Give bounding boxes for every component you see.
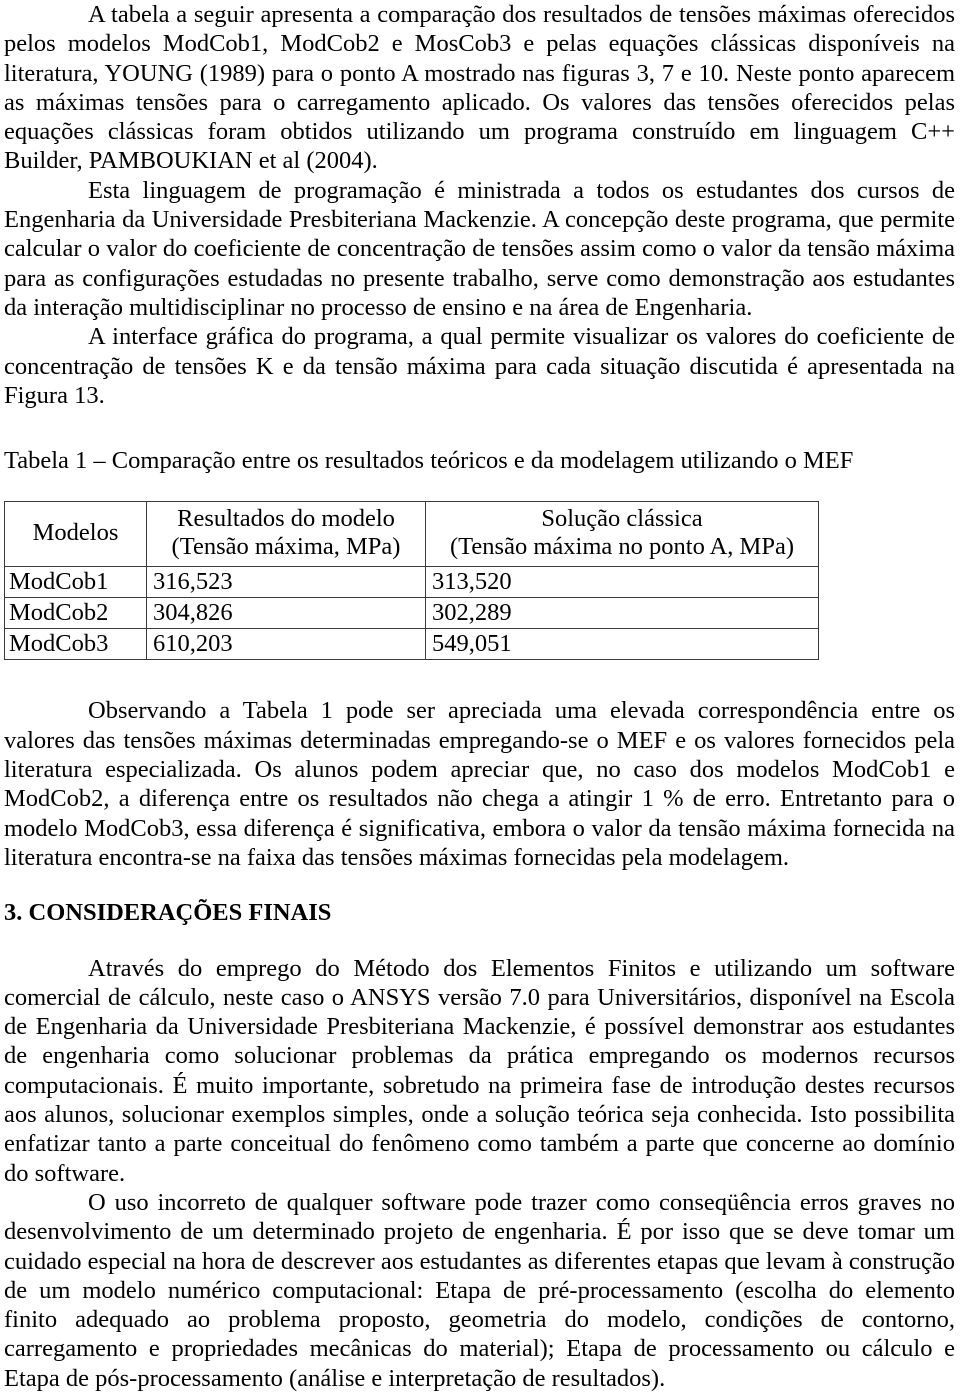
comparison-table: Modelos Resultados do modelo (Tensão máx… bbox=[4, 501, 819, 661]
column-header-models: Modelos bbox=[4, 501, 147, 568]
cell-classic-solution: 549,051 bbox=[425, 628, 819, 661]
column-header-classic-solution-line1: Solução clássica bbox=[541, 505, 703, 533]
column-header-classic-solution: Solução clássica (Tensão máxima no ponto… bbox=[425, 501, 819, 568]
paragraph-table-discussion: Observando a Tabela 1 pode ser apreciada… bbox=[4, 697, 955, 871]
spacer-before-table bbox=[4, 475, 955, 501]
cell-model-result: 316,523 bbox=[146, 566, 426, 599]
table-row: ModCob1 316,523 313,520 bbox=[4, 566, 819, 599]
paragraph-graphical-interface: A interface gráfica do programa, a qual … bbox=[4, 323, 955, 409]
column-header-classic-solution-line2: (Tensão máxima no ponto A, MPa) bbox=[450, 533, 794, 561]
section-heading-final-considerations: 3. CONSIDERAÇÕES FINAIS bbox=[4, 899, 332, 927]
cell-model-result: 304,826 bbox=[146, 597, 426, 630]
paragraph-table-intro: A tabela a seguir apresenta a comparação… bbox=[4, 1, 955, 175]
table-header-row: Modelos Resultados do modelo (Tensão máx… bbox=[4, 501, 819, 568]
table-caption: Tabela 1 – Comparação entre os resultado… bbox=[4, 447, 854, 475]
spacer-after-heading bbox=[4, 928, 955, 954]
paragraph-software-misuse: O uso incorreto de qualquer software pod… bbox=[4, 1188, 955, 1392]
column-header-model-results-line2: (Tensão máxima, MPa) bbox=[171, 533, 401, 561]
column-header-model-results: Resultados do modelo (Tensão máxima, MPa… bbox=[146, 501, 426, 568]
table-row: ModCob3 610,203 549,051 bbox=[4, 628, 819, 661]
document-page: A tabela a seguir apresenta a comparação… bbox=[0, 0, 960, 1392]
cell-model-name: ModCob3 bbox=[4, 628, 147, 661]
spacer-after-table bbox=[4, 660, 955, 696]
cell-model-result: 610,203 bbox=[146, 628, 426, 661]
column-header-models-line1: Modelos bbox=[32, 519, 119, 547]
column-header-model-results-line1: Resultados do modelo bbox=[177, 505, 395, 533]
spacer-before-caption bbox=[4, 410, 955, 446]
table-row: ModCob2 304,826 302,289 bbox=[4, 597, 819, 630]
table-header: Modelos Resultados do modelo (Tensão máx… bbox=[4, 501, 819, 568]
cell-model-name: ModCob1 bbox=[4, 566, 147, 599]
spacer-before-heading bbox=[4, 872, 955, 898]
paragraph-programming-language: Esta linguagem de programação é ministra… bbox=[4, 176, 955, 321]
cell-classic-solution: 313,520 bbox=[425, 566, 819, 599]
paragraph-fem-software: Através do emprego do Método dos Element… bbox=[4, 954, 955, 1187]
cell-model-name: ModCob2 bbox=[4, 597, 147, 630]
cell-classic-solution: 302,289 bbox=[425, 597, 819, 630]
table-body: ModCob1 316,523 313,520 ModCob2 304,826 … bbox=[4, 566, 819, 661]
